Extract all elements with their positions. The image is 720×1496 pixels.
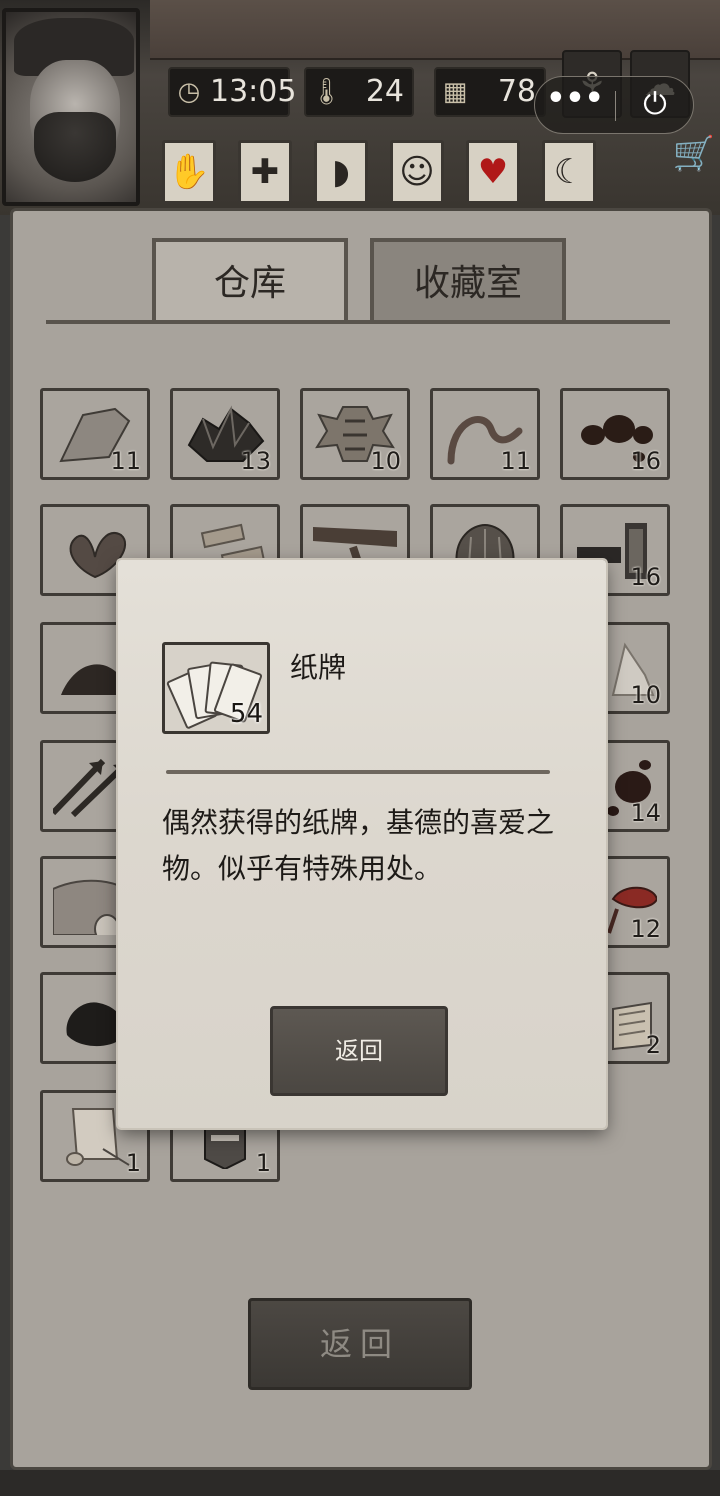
slot-count: 14 <box>630 799 661 827</box>
time-display: ◷ 13:05 <box>168 67 296 117</box>
dialog-back-button[interactable]: 返回 <box>270 1006 448 1096</box>
hand-status-button[interactable]: ✋ <box>162 140 216 204</box>
cross-icon: ✚ <box>250 152 280 192</box>
day-display: ▦ 78 <box>434 67 546 117</box>
mind-status-button[interactable]: ☺ <box>390 140 444 204</box>
more-button[interactable]: ••• <box>535 77 615 133</box>
slot-tar[interactable]: 16 <box>560 388 670 480</box>
slot-stone[interactable]: 11 <box>40 388 150 480</box>
cart-icon[interactable]: 🛒 <box>672 132 716 176</box>
slot-count: 11 <box>500 447 531 475</box>
tab-collection[interactable]: 收藏室 <box>370 238 566 322</box>
temperature-value: 24 <box>365 74 404 109</box>
tab-warehouse[interactable]: 仓库 <box>152 238 348 322</box>
heart-status-button[interactable]: ♥ <box>466 140 520 204</box>
slot-count: 16 <box>630 563 661 591</box>
item-name: 纸牌 <box>290 651 347 684</box>
health-status-button[interactable]: ✚ <box>238 140 292 204</box>
temperature-display: 🌡 24 <box>304 67 414 117</box>
dialog-divider <box>166 770 550 774</box>
stomach-icon: ◗ <box>332 152 350 192</box>
character-portrait[interactable] <box>2 8 140 206</box>
slot-count: 1 <box>255 1149 271 1177</box>
miniprogram-capsule: ••• ⏻ <box>534 76 694 134</box>
day-value: 78 <box>497 74 536 109</box>
heart-icon: ♥ <box>477 152 509 192</box>
time-value: 13:05 <box>210 74 297 109</box>
sleep-status-button[interactable]: ☾ <box>542 140 596 204</box>
thermometer-icon: 🌡 <box>310 77 344 107</box>
slot-count: 10 <box>630 681 661 709</box>
back-button[interactable]: 返回 <box>248 1298 472 1390</box>
slot-count: 11 <box>110 447 141 475</box>
slot-count: 13 <box>240 447 271 475</box>
bottom-edge <box>0 1470 720 1496</box>
item-description: 偶然获得的纸牌，基德的喜爱之物。似乎有特殊用处。 <box>162 806 555 885</box>
slot-hide[interactable]: 10 <box>300 388 410 480</box>
slot-count: 1 <box>125 1149 141 1177</box>
clock-icon: ◷ <box>177 77 201 107</box>
slot-count: 16 <box>630 447 661 475</box>
bandaged-hand-icon: ✋ <box>167 152 211 192</box>
slot-count: 2 <box>645 1031 661 1059</box>
slot-count: 10 <box>370 447 401 475</box>
calendar-icon: ▦ <box>442 77 468 107</box>
playing-cards-icon: 54 <box>162 642 270 734</box>
slot-worm[interactable]: 11 <box>430 388 540 480</box>
beard <box>34 112 116 182</box>
power-button[interactable]: ⏻ <box>615 77 695 133</box>
item-detail-dialog: 54 纸牌 偶然获得的纸牌，基德的喜爱之物。似乎有特殊用处。 返回 <box>118 560 606 1128</box>
head-icon: ☺ <box>399 152 435 192</box>
stomach-status-button[interactable]: ◗ <box>314 140 368 204</box>
slot-ore[interactable]: 13 <box>170 388 280 480</box>
slot-count: 12 <box>630 915 661 943</box>
item-count: 54 <box>229 699 263 729</box>
tab-underline <box>46 320 670 324</box>
moon-icon: ☾ <box>553 152 585 192</box>
